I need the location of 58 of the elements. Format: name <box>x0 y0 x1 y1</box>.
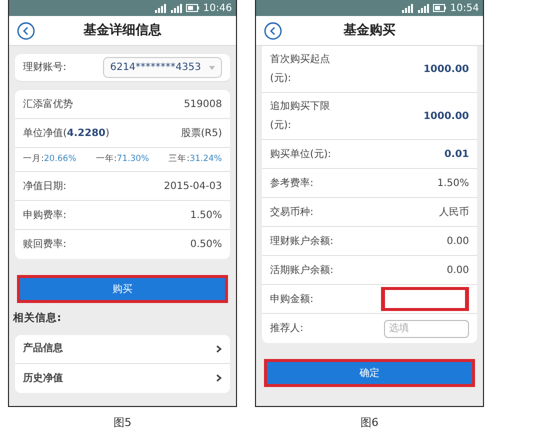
buy-button[interactable]: 购买 <box>20 278 225 300</box>
field-value: 1000.00 <box>423 110 469 124</box>
back-icon[interactable] <box>264 22 282 40</box>
field-label: 购买单位(元): <box>270 148 332 162</box>
chevron-icon <box>216 374 222 382</box>
return-label: 三年: <box>168 153 190 166</box>
signal-icon <box>154 4 166 12</box>
account-select[interactable]: 6214********4353 <box>103 57 222 78</box>
field-label: 首次购买起点(元): <box>270 52 331 86</box>
field-value: 0.01 <box>444 148 469 162</box>
field-label: 净值日期: <box>23 180 66 194</box>
field-label: 单位净值(4.2280) <box>23 126 110 140</box>
caret-icon <box>209 66 215 70</box>
field-label: 申购费率: <box>23 208 66 222</box>
field-label: 理财账户余额: <box>270 234 334 248</box>
field-label: 汇添富优势 <box>23 98 73 112</box>
field-label: 推荐人: <box>270 322 304 336</box>
page-title: 基金购买 <box>344 22 396 40</box>
battery-icon <box>186 4 200 12</box>
page-title: 基金详细信息 <box>84 22 162 40</box>
status-time: 10:54 <box>450 2 479 16</box>
figure-caption: 图5 <box>112 415 132 431</box>
return-value: 20.66% <box>44 153 76 166</box>
field-label: 赎回费率: <box>23 238 66 252</box>
battery-icon <box>433 4 446 12</box>
field-label: 理财账号: <box>23 60 66 75</box>
field-label: 交易币种: <box>270 206 314 220</box>
return-value: 31.24% <box>190 153 222 166</box>
return-label: 一年: <box>96 153 117 166</box>
field-label: 参考费率: <box>270 176 314 190</box>
list-item[interactable]: 产品信息 <box>15 334 230 364</box>
input-field[interactable] <box>385 290 465 308</box>
field-value: 0.50% <box>190 238 222 252</box>
field-value: 1000.00 <box>423 62 469 76</box>
figure-caption: 图6 <box>360 415 380 431</box>
field-label: 申购金额: <box>270 292 314 306</box>
field-value: 1.50% <box>437 176 469 190</box>
return-value: 71.30% <box>116 153 150 166</box>
field-value: 人民币 <box>439 206 469 220</box>
input-field[interactable]: 选填 <box>384 320 469 338</box>
chevron-icon <box>216 344 222 353</box>
section-title: 相关信息: <box>12 311 62 326</box>
signal-icon <box>401 4 414 12</box>
field-value: 股票(R5) <box>180 126 222 140</box>
return-label: 一月: <box>23 153 44 166</box>
signal-icon <box>170 4 182 12</box>
buy-button[interactable]: 确定 <box>267 362 472 384</box>
field-value: 519008 <box>184 98 222 112</box>
field-label: 追加购买下限(元): <box>270 100 331 133</box>
field-label: 活期账户余额: <box>270 264 334 278</box>
status-time: 10:46 <box>203 2 232 16</box>
field-value: 0.00 <box>446 264 469 278</box>
list-item[interactable]: 历史净值 <box>15 364 230 393</box>
field-value: 1.50% <box>190 208 222 222</box>
signal-icon <box>417 4 430 12</box>
back-icon[interactable] <box>17 22 35 40</box>
field-value: 2015-04-03 <box>164 180 222 194</box>
field-value: 0.00 <box>446 234 469 248</box>
